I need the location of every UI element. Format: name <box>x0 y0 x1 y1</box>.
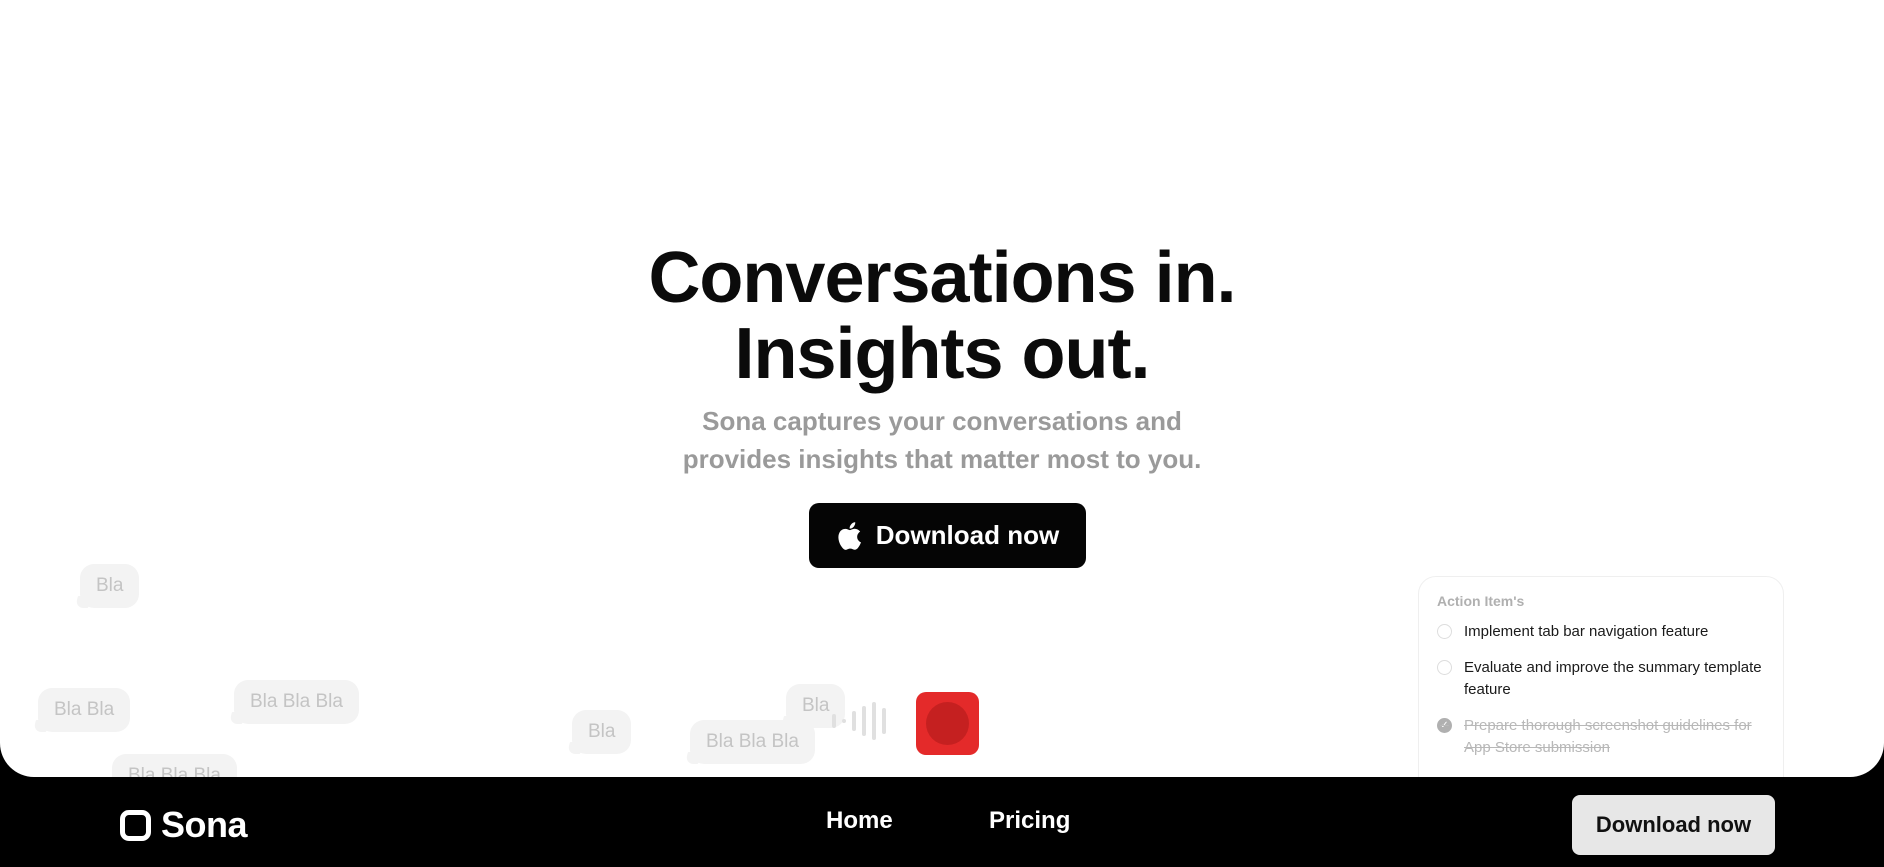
action-items-card: Action Item's Implement tab bar navigati… <box>1418 576 1784 777</box>
hero-download-label: Download now <box>875 520 1060 550</box>
action-item-text: Evaluate and improve the summary templat… <box>1464 659 1762 698</box>
chat-bubble: Bla Bla Bla <box>234 680 359 724</box>
action-item[interactable]: Implement tab bar navigation feature <box>1437 621 1765 643</box>
nav-home[interactable]: Home <box>826 807 893 835</box>
subhead-line-2: provides insights that matter most to yo… <box>682 444 1202 474</box>
record-button[interactable] <box>916 692 979 755</box>
action-item-done[interactable]: ✓ Prepare thorough screenshot guidelines… <box>1437 715 1765 759</box>
chat-bubble: Bla Bla Bla <box>690 720 815 764</box>
checkbox-icon[interactable] <box>1437 624 1452 639</box>
action-items-title: Action Item's <box>1437 593 1525 609</box>
action-item-text: Implement tab bar navigation feature <box>1464 623 1709 640</box>
apple-icon <box>838 521 861 550</box>
action-item[interactable]: Evaluate and improve the summary templat… <box>1437 657 1765 701</box>
nav-pricing[interactable]: Pricing <box>989 807 1070 835</box>
headline-line-1: Conversations in. <box>648 238 1236 318</box>
chat-bubble: Bla Bla <box>38 688 131 732</box>
check-icon[interactable]: ✓ <box>1437 718 1452 733</box>
brand-logo[interactable]: Sona <box>120 804 248 846</box>
brand-name: Sona <box>161 804 248 845</box>
chat-bubble: Bla <box>572 710 632 754</box>
chat-bubble: Bla <box>80 564 140 608</box>
sona-logo-icon <box>120 809 151 841</box>
subhead-line-1: Sona captures your conversations and <box>702 406 1182 436</box>
record-icon <box>926 702 969 745</box>
hero-section: Conversations in. Insights out. Sona cap… <box>0 0 1884 777</box>
headline-line-2: Insights out. <box>734 314 1151 394</box>
hero-download-button[interactable]: Download now <box>809 503 1086 568</box>
chat-bubble: Bla Bla Bla <box>112 754 237 777</box>
hero-headline: Conversations in. Insights out. <box>0 240 1884 392</box>
audio-waveform <box>832 702 886 740</box>
checkbox-icon[interactable] <box>1437 660 1452 675</box>
nav-download-button[interactable]: Download now <box>1572 795 1775 855</box>
hero-subhead: Sona captures your conversations and pro… <box>0 402 1884 478</box>
action-item-text: Prepare thorough screenshot guidelines f… <box>1464 717 1752 756</box>
bottom-nav-bar: Sona Home Pricing Download now <box>0 777 1884 867</box>
